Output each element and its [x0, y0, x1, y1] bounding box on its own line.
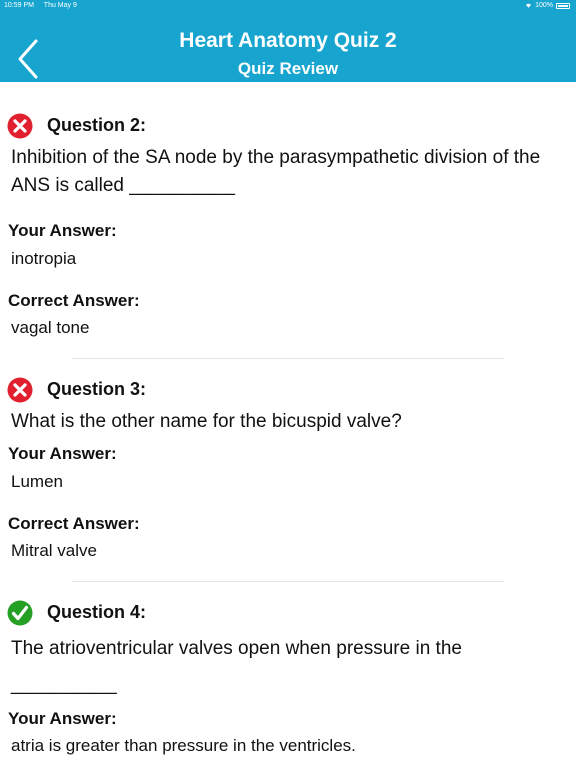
your-answer-label: Your Answer:: [8, 221, 117, 240]
question-text: What is the other name for the bicuspid …: [11, 411, 402, 432]
page-title: Heart Anatomy Quiz 2: [179, 29, 397, 52]
question-header: Question 3:: [0, 377, 576, 407]
status-left: 10:59 PM Thu May 9: [4, 0, 85, 11]
question-text: The atrioventricular valves open when pr…: [11, 638, 462, 695]
status-right: 100%: [525, 0, 570, 11]
checkmark-circle-icon: [7, 600, 33, 626]
correct-answer-value: Mitral valve: [11, 541, 97, 560]
your-answer-value: inotropia: [11, 249, 77, 268]
correct-answer-value: vagal tone: [11, 318, 90, 337]
correct-answer-label: Correct Answer:: [8, 291, 140, 310]
your-answer-value: Lumen: [11, 472, 63, 491]
question-number: Question 4:: [47, 602, 147, 622]
divider: [72, 581, 504, 582]
wifi-icon: [526, 3, 532, 8]
nav-bar: Heart Anatomy Quiz 2 Quiz Review: [0, 11, 576, 82]
your-answer-label: Your Answer:: [8, 709, 117, 728]
correct-answer-label: Correct Answer:: [8, 514, 140, 533]
battery-icon: [556, 2, 570, 9]
question-number: Question 3:: [47, 379, 147, 399]
divider: [72, 358, 504, 359]
status-bar: 10:59 PM Thu May 9 100%: [0, 0, 576, 11]
your-answer-value: atria is greater than pressure in the ve…: [11, 736, 356, 755]
question-header: Question 4:: [0, 600, 576, 630]
battery-percent: 100%: [535, 2, 553, 9]
x-circle-icon: [7, 377, 33, 403]
question-text: Inhibition of the SA node by the parasym…: [11, 147, 541, 196]
question-number: Question 2:: [47, 115, 147, 135]
status-date: Thu May 9: [43, 2, 77, 9]
x-circle-icon: [7, 113, 33, 139]
page-subtitle: Quiz Review: [237, 59, 339, 78]
status-time: 10:59 PM: [4, 2, 34, 9]
your-answer-label: Your Answer:: [8, 444, 117, 463]
question-header: Question 2:: [0, 113, 576, 143]
